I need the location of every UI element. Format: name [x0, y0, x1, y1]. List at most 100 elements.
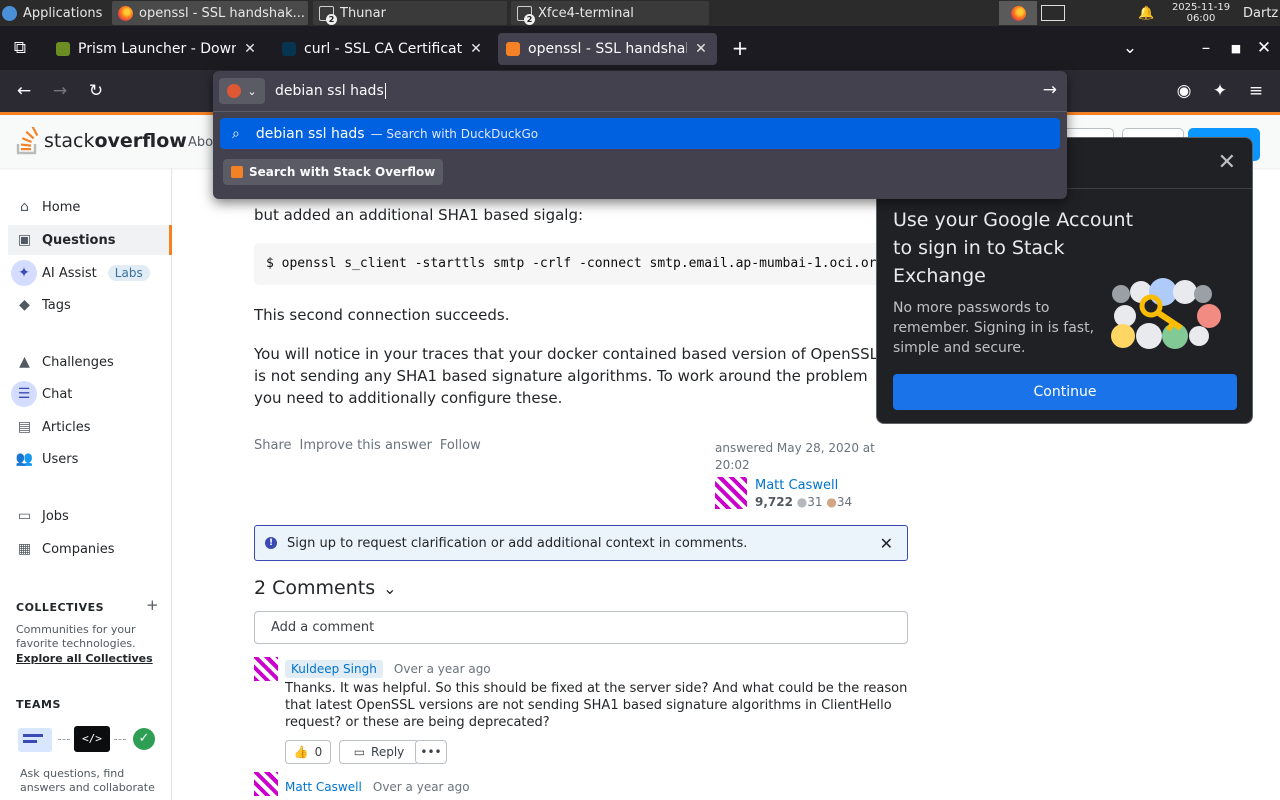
search-suggestion[interactable]: ⌕ debian ssl hads — Search with DuckDuck…: [220, 118, 1060, 149]
sidebar-item-questions[interactable]: ▣ Questions: [8, 225, 172, 255]
tab-close-icon[interactable]: ✕: [693, 41, 709, 57]
url-field[interactable]: ⌄ debian ssl hads →: [219, 76, 1061, 106]
user-name-link[interactable]: Matt Caswell: [755, 477, 852, 494]
comment-time: Over a year ago: [393, 662, 491, 676]
tab-list-chevron-icon[interactable]: ⌄: [1116, 35, 1144, 61]
search-engine-button[interactable]: ⌄: [219, 78, 265, 104]
continue-button[interactable]: Continue: [893, 374, 1237, 410]
notification-bell-icon[interactable]: 🔔: [1138, 1, 1154, 25]
taskbar-window-label: Thunar: [340, 5, 386, 21]
firefox-icon: [1010, 5, 1026, 21]
suggestion-engine: — Search with DuckDuckGo: [370, 126, 539, 141]
about-link[interactable]: Abo: [188, 135, 213, 150]
user-label[interactable]: Dartz: [1243, 1, 1278, 25]
taskbar-window-terminal[interactable]: 2 Xfce4-terminal: [511, 1, 709, 25]
teams-text: Ask questions, find answers and collabor…: [20, 767, 155, 794]
back-icon[interactable]: ←: [10, 78, 38, 104]
avatar[interactable]: [254, 772, 278, 796]
dismiss-notice-icon[interactable]: ✕: [880, 534, 893, 553]
answer-paragraph: You will notice in your traces that your…: [254, 345, 879, 407]
taskbar-window-thunar[interactable]: 2 Thunar: [313, 1, 507, 25]
tab-title: Prism Launcher - Downlo: [78, 41, 236, 57]
forward-icon[interactable]: →: [46, 78, 74, 104]
oneoff-search-stackoverflow[interactable]: Search with Stack Overflow: [223, 159, 444, 185]
comments-heading[interactable]: 2 Comments ⌄: [254, 577, 397, 599]
sidebar-item-label: Jobs: [42, 508, 69, 524]
curl-favicon-icon: [282, 42, 296, 56]
info-icon: !: [265, 537, 277, 549]
go-arrow-icon[interactable]: →: [1043, 80, 1057, 100]
avatar[interactable]: [715, 477, 747, 509]
sidebar-item-challenges[interactable]: ▲ Challenges: [8, 347, 172, 377]
comment-meta: Kuldeep Singh Over a year ago: [285, 658, 491, 678]
extensions-icon[interactable]: ✦: [1206, 78, 1234, 104]
comment-author-link[interactable]: Kuldeep Singh: [285, 660, 383, 678]
tab-prism-launcher[interactable]: Prism Launcher - Downlo ✕: [48, 33, 266, 65]
web-page: stackoverflow Abo ⌂ Home ▣ Questions ✦ A…: [0, 112, 1280, 800]
close-window-icon[interactable]: ✕: [1250, 35, 1278, 61]
teams-connector: [58, 739, 70, 740]
upvote-comment-button[interactable]: 👍 0: [285, 740, 331, 764]
tab-close-icon[interactable]: ✕: [242, 41, 258, 57]
improve-answer-link[interactable]: Improve this answer: [300, 438, 432, 453]
minimize-icon[interactable]: –: [1192, 35, 1220, 61]
sidebar-item-label: Articles: [42, 419, 91, 435]
workspace-1[interactable]: [999, 1, 1037, 25]
share-link[interactable]: Share: [254, 438, 292, 453]
tab-overview-icon[interactable]: ⧉: [6, 35, 34, 61]
url-input[interactable]: debian ssl hads: [275, 83, 386, 99]
vote-count: 0: [314, 745, 323, 759]
tab-strip: ⧉ Prism Launcher - Downlo ✕ curl - SSL C…: [0, 26, 1280, 70]
tab-openssl[interactable]: openssl - SSL handshake ✕: [498, 33, 717, 65]
sidebar-item-chat[interactable]: ☰ Chat: [8, 379, 172, 409]
follow-link[interactable]: Follow: [440, 438, 481, 453]
chat-icon: ☰: [11, 381, 37, 407]
answered-timestamp: answered May 28, 2020 at 20:02: [715, 441, 875, 472]
add-comment-input[interactable]: Add a comment: [254, 611, 908, 644]
explore-collectives-link[interactable]: Explore all Collectives: [16, 652, 153, 665]
avatar[interactable]: [254, 657, 278, 681]
taskbar-window-label: openssl - SSL handshak...: [139, 5, 306, 21]
answer-line: but added an additional SHA1 based sigal…: [254, 206, 584, 224]
clock-time: 06:00: [1186, 13, 1216, 24]
maximize-icon[interactable]: ■: [1222, 35, 1250, 61]
tab-title: openssl - SSL handshake: [528, 41, 687, 57]
taskbar-window-firefox[interactable]: openssl - SSL handshak...: [112, 1, 308, 25]
jobs-icon: ▭: [17, 508, 32, 524]
stackoverflow-logo[interactable]: stackoverflow: [16, 127, 187, 155]
chevron-down-icon: ⌄: [247, 84, 257, 98]
questions-icon: ▣: [17, 232, 32, 248]
account-icon[interactable]: ◉: [1170, 78, 1198, 104]
companies-icon: ▦: [17, 541, 32, 557]
sidebar-item-ai-assist[interactable]: ✦ AI Assist Labs: [8, 258, 172, 288]
tab-curl[interactable]: curl - SSL CA Certificates ✕: [274, 33, 492, 65]
comment-author-link[interactable]: Matt Caswell: [285, 780, 362, 794]
challenges-icon: ▲: [19, 354, 30, 370]
tab-close-icon[interactable]: ✕: [468, 41, 484, 57]
new-tab-button[interactable]: +: [726, 35, 754, 61]
sidebar-item-companies[interactable]: ▦ Companies: [8, 534, 172, 564]
applications-menu[interactable]: Applications ⋮: [2, 1, 121, 25]
sidebar-item-tags[interactable]: ◆ Tags: [8, 290, 172, 320]
stackoverflow-logo-icon: [16, 127, 39, 155]
add-collective-icon[interactable]: +: [146, 596, 159, 614]
reputation: 9,722: [755, 495, 793, 509]
reply-button[interactable]: ▭ Reply: [339, 740, 419, 764]
sidebar-item-users[interactable]: 👥 Users: [8, 444, 172, 474]
notice-text: Sign up to request clarification or add …: [287, 535, 748, 551]
xfce-logo-icon: [2, 5, 17, 21]
sidebar-item-home[interactable]: ⌂ Home: [8, 192, 172, 222]
sidebar-item-articles[interactable]: ▤ Articles: [8, 412, 172, 442]
workspace-2[interactable]: [1040, 1, 1066, 25]
teams-code-illustration-icon: </>: [74, 726, 110, 752]
stackoverflow-favicon-icon: [506, 42, 520, 56]
reload-icon[interactable]: ↻: [82, 78, 110, 104]
menu-icon[interactable]: ≡: [1242, 78, 1270, 104]
sidebar-item-jobs[interactable]: ▭ Jobs: [8, 501, 172, 531]
comment-more-button[interactable]: •••: [415, 740, 447, 764]
close-icon[interactable]: ✕: [1218, 150, 1236, 175]
tab-title: curl - SSL CA Certificates: [304, 41, 462, 57]
answer-paragraph: This second connection succeeds.: [254, 306, 510, 324]
silver-badge-icon: ●: [796, 495, 808, 509]
clock[interactable]: 2025-11-19 06:00: [1166, 1, 1236, 25]
